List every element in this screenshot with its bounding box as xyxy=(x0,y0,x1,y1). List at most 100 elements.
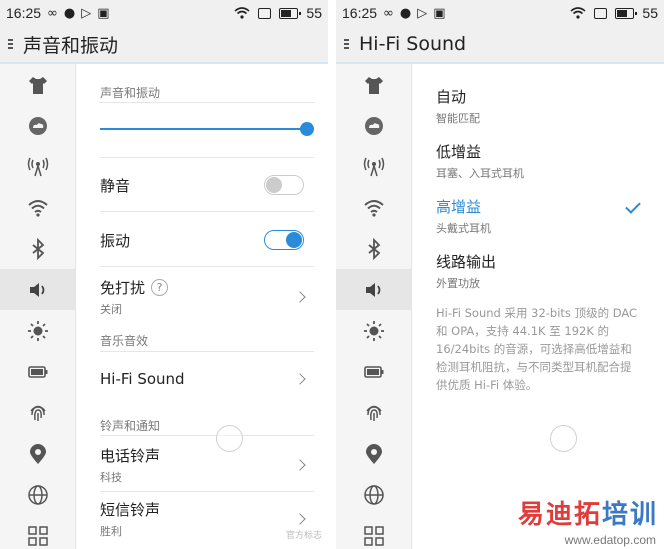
section-header-music: 音乐音效 xyxy=(100,334,149,348)
sms-ringtone-row[interactable]: 短信铃声 胜利 xyxy=(100,494,314,544)
sound-icon xyxy=(365,282,380,297)
nav-item-language[interactable] xyxy=(0,474,75,515)
chevron-right-icon xyxy=(294,513,306,525)
battery-icon xyxy=(615,7,638,19)
nav-item-bluetooth[interactable] xyxy=(336,228,411,269)
nav-item-fingerprint[interactable] xyxy=(336,392,411,433)
mute-label: 静音 xyxy=(100,176,131,195)
drawer-handle-icon[interactable] xyxy=(8,39,13,49)
divider xyxy=(100,491,314,492)
apps-grid-icon xyxy=(27,525,48,546)
vibrate-row[interactable]: 振动 xyxy=(100,219,314,261)
fingerprint-icon xyxy=(29,405,46,421)
nav-item-battery[interactable] xyxy=(336,351,411,392)
volume-slider-track[interactable] xyxy=(100,128,308,130)
floating-touch-button[interactable] xyxy=(550,425,577,452)
watermark-text-red: 易迪拓 xyxy=(517,500,602,530)
title-bar: Hi-Fi Sound xyxy=(336,26,664,64)
option-title: 低增益 xyxy=(436,143,482,161)
option-subtitle: 头戴式耳机 xyxy=(436,222,491,235)
divider xyxy=(100,266,314,267)
sms-ringtone-value: 胜利 xyxy=(100,525,122,538)
dnd-row[interactable]: 免打扰 ? 关闭 xyxy=(100,272,314,322)
settings-screen-hifi: 16:25 ∞ ● ▷ ▣ 55 Hi-Fi Sound 自动 智能匹配 低增益… xyxy=(336,0,664,549)
nav-item-hotspot[interactable] xyxy=(0,146,75,187)
phone-ringtone-row[interactable]: 电话铃声 科技 xyxy=(100,440,314,490)
apps-grid-icon xyxy=(363,525,384,546)
nav-item-sound[interactable] xyxy=(0,269,75,310)
status-time: 16:25 xyxy=(6,5,42,21)
dnd-status: 关闭 xyxy=(100,303,122,316)
bluetooth-icon xyxy=(31,237,44,260)
volume-slider-thumb[interactable] xyxy=(300,122,314,136)
option-title: 高增益 xyxy=(436,198,482,216)
globe-icon xyxy=(27,484,48,505)
nav-item-theme[interactable] xyxy=(336,64,411,105)
watermark-text-blue: 培训 xyxy=(601,500,658,530)
floating-touch-button[interactable] xyxy=(216,425,243,452)
hifi-sound-row[interactable]: Hi-Fi Sound xyxy=(100,358,314,400)
battery-level: 55 xyxy=(642,5,658,21)
nav-item-wifi[interactable] xyxy=(336,187,411,228)
cloud-icon xyxy=(28,116,47,135)
nav-item-battery[interactable] xyxy=(0,351,75,392)
nav-item-fingerprint[interactable] xyxy=(0,392,75,433)
nav-item-hotspot[interactable] xyxy=(336,146,411,187)
nav-item-display[interactable] xyxy=(336,310,411,351)
settings-content: 声音和振动 静音 振动 免打扰 ? 关闭 音乐音效 Hi-Fi Sound 铃声… xyxy=(76,64,328,549)
nav-item-cloud[interactable] xyxy=(336,105,411,146)
location-icon xyxy=(29,443,46,464)
hotspot-icon xyxy=(27,157,48,176)
nav-item-location[interactable] xyxy=(336,433,411,474)
nav-item-cloud[interactable] xyxy=(0,105,75,146)
watermark-url: www.edatop.com xyxy=(564,533,656,547)
brightness-icon xyxy=(27,320,48,341)
hifi-option-line-out[interactable]: 线路输出 外置功放 xyxy=(436,251,650,291)
settings-screen-sound: 16:25 ∞ ● ▷ ▣ 55 声音和振动 声音和振动 静音 振动 免打扰 ?… xyxy=(0,0,328,549)
help-icon[interactable]: ? xyxy=(151,279,169,296)
hifi-content: 自动 智能匹配 低增益 耳塞、入耳式耳机 高增益 头戴式耳机 线路输出 外置功放… xyxy=(412,64,664,549)
brightness-icon xyxy=(363,320,384,341)
drawer-handle-icon[interactable] xyxy=(344,39,349,49)
vibrate-label: 振动 xyxy=(100,231,131,250)
option-subtitle: 外置功放 xyxy=(436,277,480,290)
chevron-right-icon xyxy=(294,373,306,385)
title-bar: 声音和振动 xyxy=(0,26,328,64)
divider xyxy=(100,211,314,212)
sim-icon xyxy=(594,7,608,19)
dnd-label: 免打扰 xyxy=(100,279,146,297)
mute-row[interactable]: 静音 xyxy=(100,164,314,206)
divider xyxy=(100,102,314,103)
play-icon: ▷ xyxy=(81,5,92,21)
status-time: 16:25 xyxy=(342,5,378,21)
nav-item-location[interactable] xyxy=(0,433,75,474)
nav-item-wifi[interactable] xyxy=(0,187,75,228)
nav-item-apps[interactable] xyxy=(0,515,75,549)
hifi-option-low-gain[interactable]: 低增益 耳塞、入耳式耳机 xyxy=(436,141,650,181)
hifi-option-high-gain[interactable]: 高增益 头戴式耳机 xyxy=(436,196,650,236)
image-icon: ▣ xyxy=(97,5,110,21)
phone-ringtone-label: 电话铃声 xyxy=(100,447,161,465)
nav-item-theme[interactable] xyxy=(0,64,75,105)
wifi-signal-icon xyxy=(570,7,586,19)
hifi-option-auto[interactable]: 自动 智能匹配 xyxy=(436,86,650,126)
divider xyxy=(100,351,314,352)
divider xyxy=(100,157,314,158)
nav-item-apps[interactable] xyxy=(336,515,411,549)
nav-item-bluetooth[interactable] xyxy=(0,228,75,269)
nav-item-display[interactable] xyxy=(0,310,75,351)
mute-toggle[interactable] xyxy=(264,175,304,195)
status-bar: 16:25 ∞ ● ▷ ▣ 55 xyxy=(336,0,664,26)
vibrate-toggle[interactable] xyxy=(264,230,304,250)
nav-item-language[interactable] xyxy=(336,474,411,515)
location-icon xyxy=(365,443,382,464)
status-notification-icons: ∞ ● ▷ ▣ xyxy=(47,6,109,21)
nav-item-sound[interactable] xyxy=(336,269,411,310)
theme-shirt-icon xyxy=(364,76,383,94)
sim-icon xyxy=(258,7,272,19)
status-bar: 16:25 ∞ ● ▷ ▣ 55 xyxy=(0,0,328,26)
divider xyxy=(100,435,314,436)
phone-ringtone-value: 科技 xyxy=(100,471,122,484)
voicemail-icon: ∞ xyxy=(383,5,394,21)
theme-shirt-icon xyxy=(28,76,47,94)
